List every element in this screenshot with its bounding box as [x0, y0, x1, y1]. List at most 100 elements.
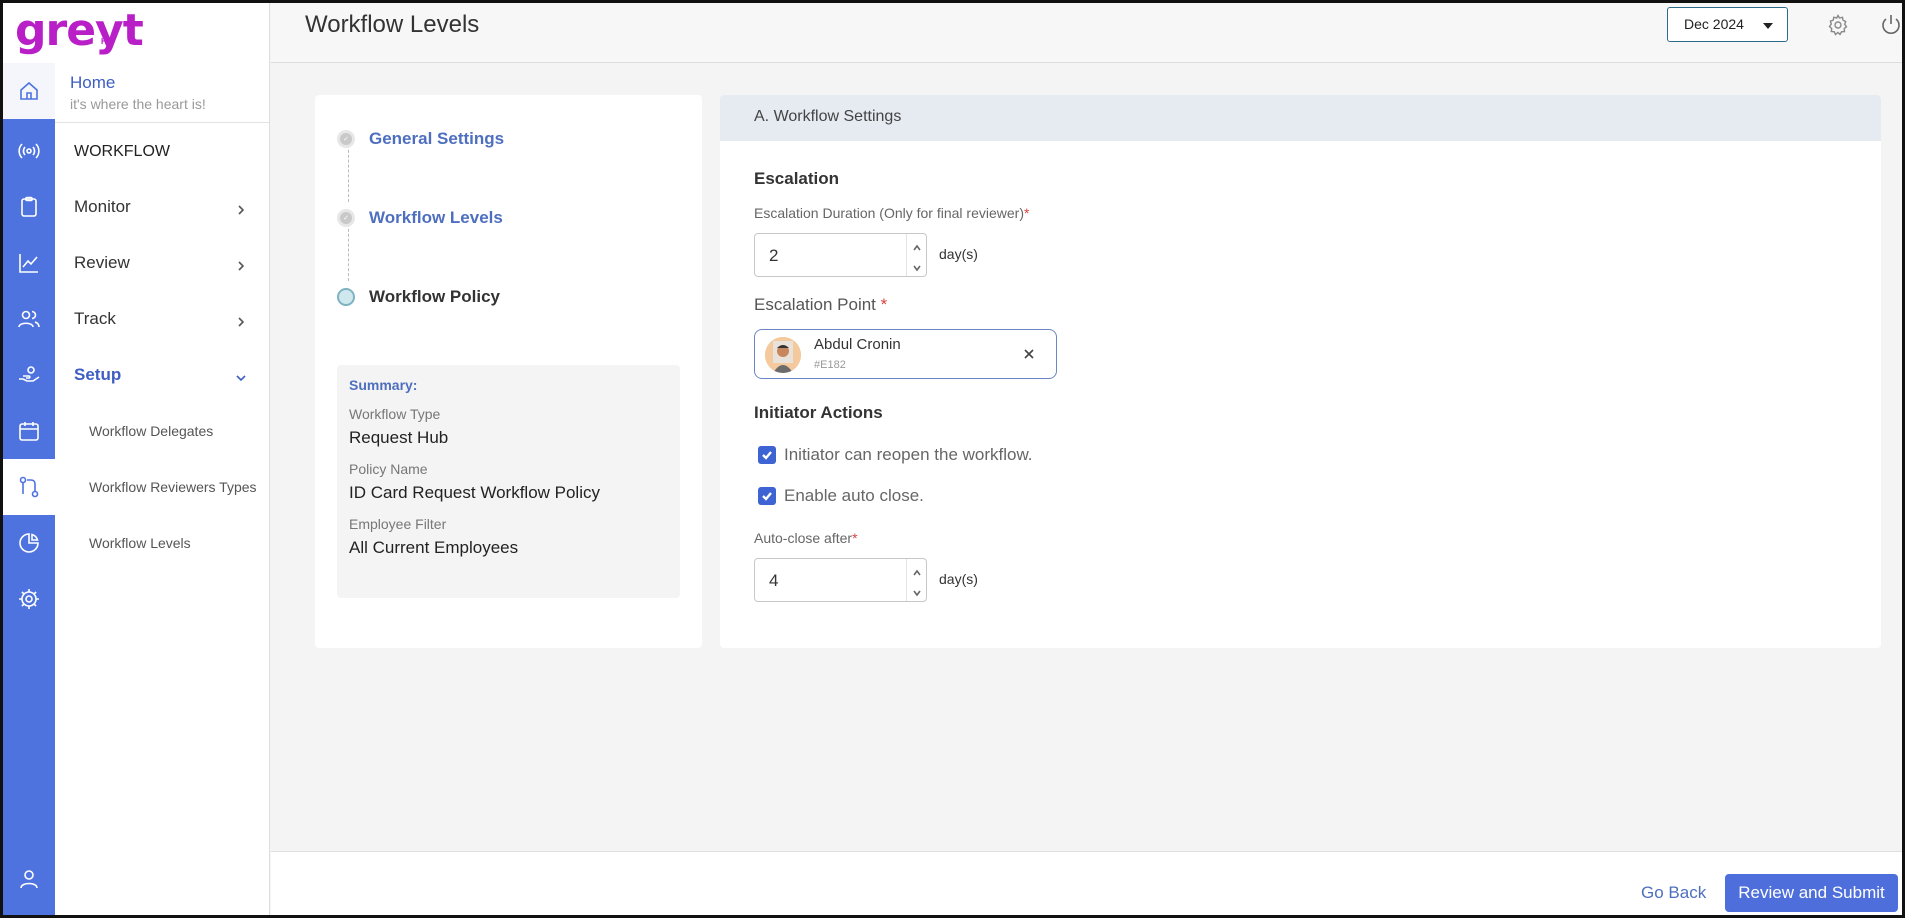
auto-close-label: Enable auto close. [784, 486, 924, 505]
menu-item-label: Monitor [74, 197, 131, 216]
home-link[interactable]: Home it's where the heart is! [55, 63, 269, 123]
chevron-down-icon [235, 369, 247, 382]
home-subtitle: it's where the heart is! [70, 96, 206, 112]
employee-filter-value: All Current Employees [349, 538, 519, 557]
home-title[interactable]: Home [70, 73, 269, 93]
step-label: Workflow Policy [369, 287, 500, 306]
people-icon[interactable] [3, 291, 55, 347]
number-spinner [906, 559, 926, 601]
step-current-icon [337, 288, 355, 306]
menu-item-track[interactable]: Track [55, 291, 269, 347]
person-id: #E182 [814, 359, 846, 371]
chart-icon[interactable] [3, 235, 55, 291]
escalation-duration-label: Escalation Duration (Only for final revi… [754, 205, 1029, 221]
steps-panel: ✓ General Settings ✓ Workflow Levels Wor… [315, 95, 702, 648]
step-workflow-policy[interactable]: Workflow Policy [337, 287, 500, 307]
step-connector [348, 140, 349, 202]
close-icon[interactable] [1022, 347, 1036, 361]
spin-up-icon[interactable] [912, 565, 922, 576]
menu-item-setup[interactable]: Setup [55, 347, 269, 403]
hand-icon[interactable] [3, 347, 55, 403]
menu-item-monitor[interactable]: Monitor [55, 179, 269, 235]
menu-item-label: Track [74, 309, 116, 328]
sub-item-workflow-reviewers-types[interactable]: Workflow Reviewers Types [55, 459, 269, 515]
required-mark: * [1024, 205, 1030, 221]
escalation-duration-value: 2 [769, 246, 779, 265]
workflow-heading: WORKFLOW [74, 143, 170, 160]
app-root: greyt HR Home it's where the heart is! W… [3, 3, 1902, 915]
chevron-right-icon [235, 257, 247, 271]
menu-item-label: Review [74, 253, 130, 272]
page-title: Workflow Levels [305, 11, 480, 38]
go-back-button[interactable]: Go Back [1641, 883, 1706, 903]
calendar-icon[interactable] [3, 403, 55, 459]
workflow-icon[interactable] [3, 459, 55, 515]
sub-item-workflow-delegates[interactable]: Workflow Delegates [55, 403, 269, 459]
step-check-icon: ✓ [337, 209, 355, 227]
month-select[interactable]: Dec 2024 [1667, 7, 1788, 42]
days-unit: day(s) [939, 571, 978, 587]
pie-chart-icon[interactable] [3, 515, 55, 571]
step-general-settings[interactable]: ✓ General Settings [337, 129, 504, 149]
month-select-value: Dec 2024 [1684, 16, 1744, 32]
auto-close-after-label: Auto-close after* [754, 530, 858, 546]
step-connector [348, 219, 349, 281]
menu-item-review[interactable]: Review [55, 235, 269, 291]
home-icon[interactable] [3, 63, 55, 119]
check-icon [762, 451, 772, 460]
reopen-checkbox-row[interactable]: Initiator can reopen the workflow. [758, 445, 1033, 465]
auto-close-after-value: 4 [769, 571, 779, 590]
step-label: General Settings [369, 129, 505, 148]
logo-subtext: HR [101, 37, 113, 46]
days-unit: day(s) [939, 246, 978, 262]
icon-rail [3, 63, 55, 915]
secondary-menu: Home it's where the heart is! WORKFLOW M… [55, 63, 270, 915]
spin-up-icon[interactable] [912, 240, 922, 251]
step-label: Workflow Levels [369, 208, 503, 227]
initiator-actions-title: Initiator Actions [754, 403, 883, 422]
avatar-image [765, 337, 801, 373]
required-mark: * [852, 530, 858, 546]
step-check-icon: ✓ [337, 130, 355, 148]
power-icon[interactable] [1879, 13, 1903, 37]
footer-bar: Go Back Review and Submit [271, 851, 1902, 915]
review-and-submit-button[interactable]: Review and Submit [1725, 874, 1898, 912]
user-icon[interactable] [3, 851, 55, 907]
person-name: Abdul Cronin [814, 336, 901, 353]
reopen-label: Initiator can reopen the workflow. [784, 445, 1033, 464]
reopen-checkbox[interactable] [758, 446, 776, 464]
workflow-type-value: Request Hub [349, 428, 449, 447]
chevron-right-icon [235, 313, 247, 327]
workflow-type-label: Workflow Type [349, 406, 441, 422]
required-mark: * [880, 295, 888, 314]
spin-down-icon[interactable] [912, 585, 922, 597]
auto-close-checkbox[interactable] [758, 487, 776, 505]
auto-close-checkbox-row[interactable]: Enable auto close. [758, 486, 924, 506]
workflow-settings-card: A. Workflow Settings Escalation Escalati… [720, 95, 1881, 648]
settings-cog-icon[interactable] [3, 571, 55, 627]
avatar [765, 337, 801, 373]
summary-box: Summary: Workflow Type Request Hub Polic… [337, 365, 680, 598]
spin-down-icon[interactable] [912, 260, 922, 272]
broadcast-icon[interactable] [3, 123, 55, 179]
settings-header: A. Workflow Settings [720, 95, 1881, 141]
caret-down-icon [1763, 23, 1773, 29]
policy-name-label: Policy Name [349, 461, 428, 477]
escalation-title: Escalation [754, 169, 840, 188]
escalation-point-text: Escalation Point [754, 295, 876, 314]
clipboard-icon[interactable] [3, 179, 55, 235]
escalation-point-selector[interactable]: Abdul Cronin #E182 [754, 329, 1057, 379]
summary-title: Summary: [349, 377, 418, 393]
escalation-duration-text: Escalation Duration (Only for final revi… [754, 205, 1024, 221]
menu-item-label: Setup [74, 365, 122, 384]
sub-item-workflow-levels[interactable]: Workflow Levels [55, 515, 269, 571]
greythr-logo[interactable]: greyt [15, 5, 144, 56]
gear-icon[interactable] [1826, 13, 1850, 37]
number-spinner [906, 234, 926, 276]
step-workflow-levels[interactable]: ✓ Workflow Levels [337, 208, 503, 228]
employee-filter-label: Employee Filter [349, 516, 447, 532]
check-icon [762, 492, 772, 501]
auto-close-after-input[interactable]: 4 [754, 558, 927, 602]
escalation-duration-input[interactable]: 2 [754, 233, 927, 277]
chevron-right-icon [235, 201, 247, 215]
